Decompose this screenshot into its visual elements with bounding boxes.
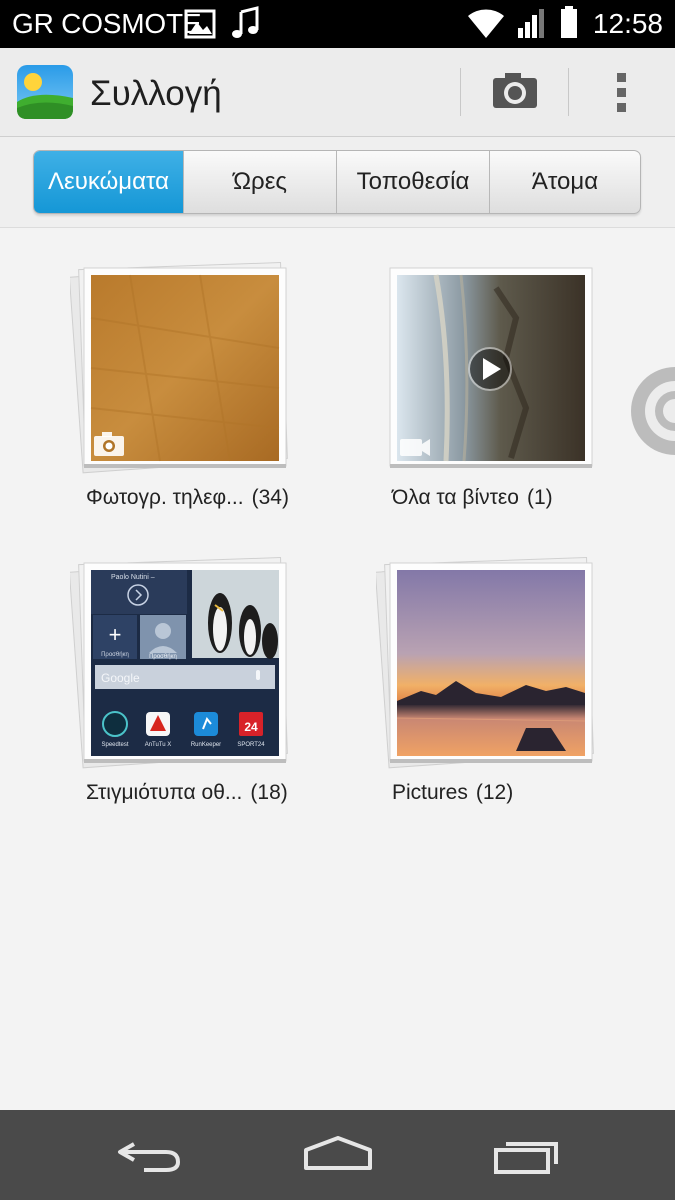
app-label: Speedtest [101, 742, 128, 748]
album-thumbnail [70, 262, 288, 474]
app-label: AnTuTu X [145, 742, 172, 748]
gallery-app-icon[interactable] [16, 64, 74, 120]
tab-bar-area: Λευκώματα Ώρες Τοποθεσία Άτομα [0, 137, 675, 228]
album-thumbnail [376, 557, 594, 769]
signal-icon [518, 9, 544, 38]
svg-text:+: + [109, 622, 122, 647]
add-tile-label-2: Προσθήκη [149, 653, 177, 660]
tab-location[interactable]: Τοποθεσία [337, 151, 490, 213]
album-label: Στιγμιότυπα οθ... (18) [86, 781, 288, 805]
add-tile-label: Προσθήκη [101, 651, 129, 658]
home-icon[interactable] [298, 1132, 378, 1178]
album-thumbnail [389, 267, 593, 468]
play-icon [468, 347, 512, 391]
album-label: Όλα τα βίντεο (1) [392, 486, 553, 510]
clock: 12:58 [592, 8, 663, 39]
navigation-bar [0, 1110, 675, 1200]
carrier-name: GR COSMOTE [12, 8, 202, 39]
action-bar: Συλλογή [0, 48, 675, 137]
album-count: (12) [475, 781, 514, 804]
battery-icon [561, 6, 577, 38]
music-note-icon [232, 6, 259, 38]
tab-bar: Λευκώματα Ώρες Τοποθεσία Άτομα [33, 150, 641, 214]
tab-people[interactable]: Άτομα [490, 151, 640, 213]
album-name: Στιγμιότυπα οθ... [86, 781, 243, 804]
image-notification-icon [184, 9, 216, 39]
album-name: Pictures [392, 781, 468, 804]
album-label: Pictures (12) [392, 781, 513, 805]
album-name: Φωτογρ. τηλεφ... [86, 486, 244, 509]
page-title: Συλλογή [90, 74, 222, 113]
divider [568, 68, 569, 116]
recent-apps-icon[interactable] [486, 1132, 566, 1178]
camera-icon[interactable] [472, 64, 558, 120]
back-icon[interactable] [110, 1132, 190, 1178]
divider [460, 68, 461, 116]
status-bar: GR COSMOTE 12:58 [0, 0, 675, 48]
album-pictures[interactable]: Pictures (12) [376, 553, 616, 853]
wifi-icon [468, 9, 504, 38]
app-label: SPORT24 [237, 742, 265, 748]
tab-times[interactable]: Ώρες [184, 151, 337, 213]
album-videos[interactable]: Όλα τα βίντεο (1) [376, 258, 616, 558]
svg-text:24: 24 [244, 720, 258, 734]
overflow-menu-icon[interactable] [590, 64, 654, 120]
album-screenshots[interactable]: Paolo Nutini – + Προσθήκη Προσθήκη Googl… [70, 553, 310, 853]
app-label: RunKeeper [191, 742, 221, 748]
album-name: Όλα τα βίντεο [392, 486, 519, 509]
tab-albums[interactable]: Λευκώματα [34, 151, 184, 213]
album-thumbnail: Paolo Nutini – + Προσθήκη Προσθήκη Googl… [70, 557, 288, 769]
widget-contact: Paolo Nutini – [111, 574, 155, 581]
album-count: (34) [251, 486, 289, 509]
album-count: (18) [250, 781, 288, 804]
album-camera[interactable]: Φωτογρ. τηλεφ... (34) [70, 258, 310, 558]
album-label: Φωτογρ. τηλεφ... (34) [86, 486, 289, 510]
album-count: (1) [526, 486, 553, 509]
search-brand: Google [101, 671, 140, 685]
floating-dock-handle[interactable] [630, 366, 675, 456]
